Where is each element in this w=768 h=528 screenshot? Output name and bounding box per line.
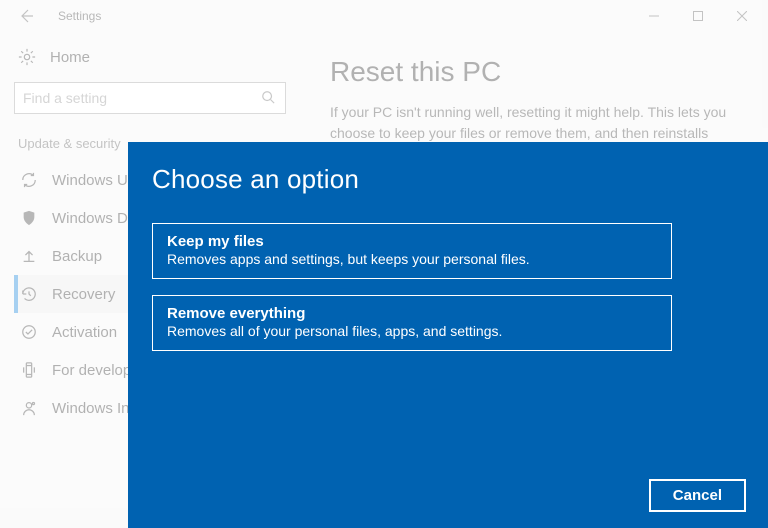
option-title: Keep my files bbox=[167, 233, 657, 250]
option-remove-everything[interactable]: Remove everything Removes all of your pe… bbox=[152, 295, 672, 351]
option-title: Remove everything bbox=[167, 305, 657, 322]
dialog-title: Choose an option bbox=[152, 164, 744, 195]
cancel-button[interactable]: Cancel bbox=[649, 479, 746, 512]
settings-window: Settings Home Find a setting bbox=[0, 0, 768, 528]
option-description: Removes all of your personal files, apps… bbox=[167, 323, 657, 339]
option-description: Removes apps and settings, but keeps you… bbox=[167, 251, 657, 267]
reset-options-dialog: Choose an option Keep my files Removes a… bbox=[128, 142, 768, 528]
option-keep-my-files[interactable]: Keep my files Removes apps and settings,… bbox=[152, 223, 672, 279]
